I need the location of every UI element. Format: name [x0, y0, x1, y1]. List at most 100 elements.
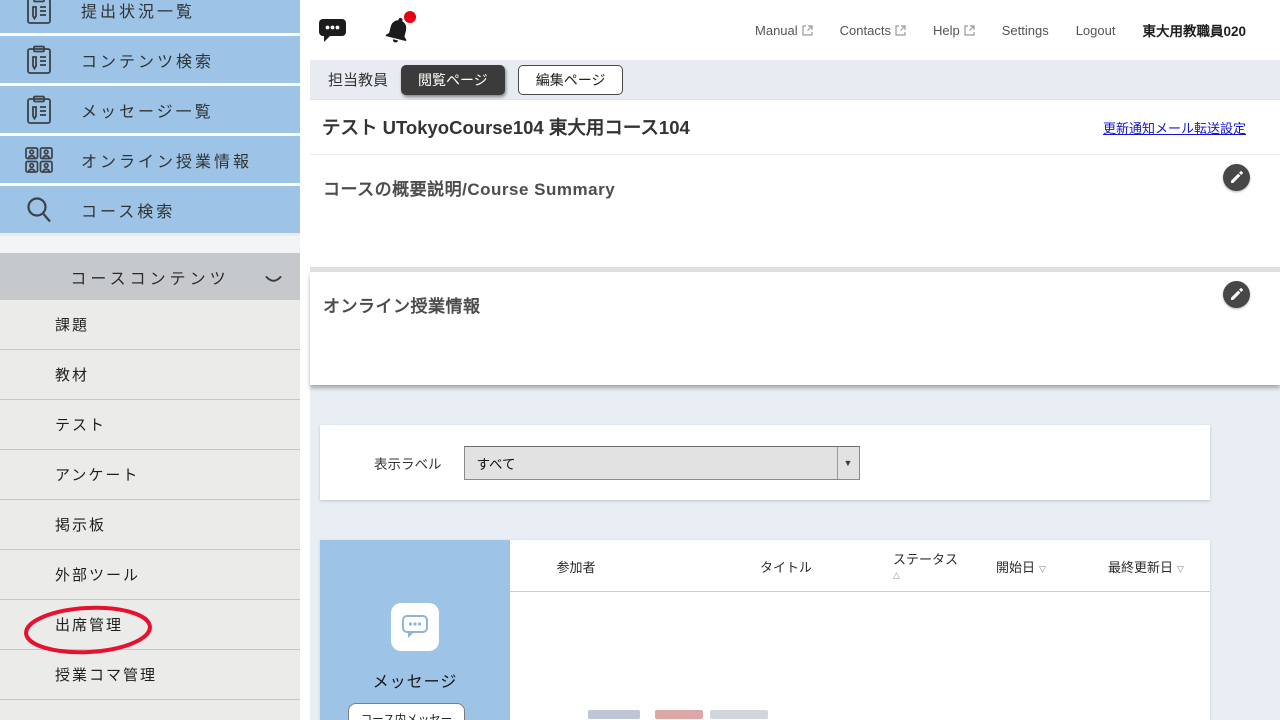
select-arrow-icon: ▼ — [837, 447, 859, 479]
sidebar-item-online-class-info[interactable]: オンライン授業情報 — [0, 136, 300, 183]
link-label: Logout — [1076, 23, 1116, 38]
sidebar-item-course-search[interactable]: コース検索 — [0, 186, 300, 233]
sidebar-content-gutter — [300, 0, 310, 720]
message-table-header: 参加者 タイトル ステータス △ 開始日 ▽ 最終更新日 ▽ — [510, 540, 1210, 592]
link-label: Contacts — [840, 23, 891, 38]
sidebar-item-tests[interactable]: テスト — [0, 400, 300, 450]
logout-link[interactable]: Logout — [1076, 23, 1116, 38]
sidebar-item-label: アンケート — [55, 464, 139, 485]
sidebar-item-label: メッセージ一覧 — [81, 98, 214, 122]
search-icon — [22, 195, 56, 225]
sidebar-item-label: 掲示板 — [55, 514, 106, 535]
group-header-label: コースコンテンツ — [70, 265, 229, 289]
display-label: 表示ラベル — [374, 453, 442, 473]
column-label: 最終更新日 — [1108, 560, 1173, 575]
sidebar-item-assignments[interactable]: 課題 — [0, 300, 300, 350]
edit-course-summary-button[interactable] — [1223, 164, 1250, 191]
sidebar-item-surveys[interactable]: アンケート — [0, 450, 300, 500]
sort-asc-icon: △ — [893, 570, 958, 581]
sidebar-item-label: オンライン授業情報 — [81, 148, 252, 172]
section-heading: オンライン授業情報 — [323, 292, 481, 317]
sidebar-item-label: コース検索 — [81, 198, 175, 222]
sidebar-item-label: コンテンツ検索 — [81, 48, 214, 72]
sidebar: 提出状況一覧 コンテンツ検索 メッセージ一覧 — [0, 0, 300, 720]
column-label: 開始日 — [996, 560, 1035, 575]
sidebar-spacer — [0, 236, 300, 253]
chat-icon[interactable] — [318, 17, 347, 43]
edit-online-class-info-button[interactable] — [1223, 281, 1250, 308]
link-label: Manual — [755, 23, 798, 38]
column-start-date-sortable[interactable]: 開始日 ▽ — [996, 557, 1046, 576]
role-label: 担当教員 — [328, 69, 388, 90]
sidebar-item-label: 外部ツール — [55, 564, 140, 585]
clipboard-icon — [22, 0, 56, 25]
help-link[interactable]: Help — [933, 23, 975, 38]
sidebar-item-label: 授業コマ管理 — [55, 664, 157, 685]
sidebar-item-label: テスト — [55, 414, 106, 435]
sidebar-content-list: 課題 教材 テスト アンケート 掲示板 外部ツール 出席管理 授業コマ管理 — [0, 300, 300, 700]
clipped-row-fragment — [655, 710, 703, 719]
message-table: 参加者 タイトル ステータス △ 開始日 ▽ 最終更新日 ▽ — [510, 540, 1210, 720]
clipped-row-fragment — [710, 710, 768, 719]
clipped-row-fragment — [588, 710, 640, 719]
chevron-down-icon — [265, 272, 282, 290]
section-heading: コースの概要説明/Course Summary — [323, 175, 615, 200]
main-area: Manual Contacts Help Settings Logout 東大用… — [310, 0, 1280, 720]
tab-bar: 担当教員 閲覧ページ 編集ページ — [310, 60, 1280, 100]
tab-view-page[interactable]: 閲覧ページ — [401, 65, 505, 95]
message-bubble-icon — [391, 603, 439, 651]
sort-desc-icon: ▽ — [1177, 564, 1184, 574]
sidebar-item-submission-status[interactable]: 提出状況一覧 — [0, 0, 300, 33]
column-status-sortable[interactable]: ステータス △ — [893, 549, 958, 581]
message-table-card: メッセージ コース内メッセー 参加者 タイトル ステータス △ 開始日 ▽ — [320, 540, 1210, 720]
content-background: 表示ラベル すべて ▼ メッセージ コース内メッセ — [310, 385, 1280, 720]
username: 東大用教職員020 — [1142, 20, 1246, 40]
update-notification-mail-link[interactable]: 更新通知メール転送設定 — [1103, 118, 1246, 137]
column-last-updated-sortable[interactable]: 最終更新日 ▽ — [1108, 557, 1184, 576]
external-link-icon — [964, 25, 975, 36]
sidebar-group-course-contents[interactable]: コースコンテンツ — [0, 253, 300, 300]
pencil-icon — [1230, 288, 1243, 301]
sidebar-item-label: 出席管理 — [55, 614, 123, 635]
sort-desc-icon: ▽ — [1039, 564, 1046, 574]
settings-link[interactable]: Settings — [1002, 23, 1049, 38]
sidebar-item-message-list[interactable]: メッセージ一覧 — [0, 86, 300, 133]
column-participants: 参加者 — [556, 557, 595, 576]
column-title: タイトル — [760, 557, 812, 576]
sidebar-item-attendance[interactable]: 出席管理 — [0, 600, 300, 650]
display-label-filter-card: 表示ラベル すべて ▼ — [320, 425, 1210, 500]
clipboard-icon — [22, 95, 56, 125]
sidebar-primary-list: 提出状況一覧 コンテンツ検索 メッセージ一覧 — [0, 0, 300, 233]
people-grid-icon — [22, 146, 56, 174]
course-message-button[interactable]: コース内メッセー — [348, 703, 465, 720]
page-title: テスト UTokyoCourse104 東大用コース104 — [322, 114, 690, 140]
course-summary-section: コースの概要説明/Course Summary — [310, 155, 1280, 267]
message-panel[interactable]: メッセージ コース内メッセー — [320, 540, 510, 720]
link-label: Settings — [1002, 23, 1049, 38]
sidebar-item-external-tools[interactable]: 外部ツール — [0, 550, 300, 600]
pencil-icon — [1230, 171, 1243, 184]
sidebar-item-class-slot-management[interactable]: 授業コマ管理 — [0, 650, 300, 700]
sidebar-item-materials[interactable]: 教材 — [0, 350, 300, 400]
title-row: テスト UTokyoCourse104 東大用コース104 更新通知メール転送設… — [310, 100, 1280, 155]
external-link-icon — [802, 25, 813, 36]
sidebar-item-label: 教材 — [55, 364, 89, 385]
topbar: Manual Contacts Help Settings Logout 東大用… — [310, 0, 1280, 60]
manual-link[interactable]: Manual — [755, 23, 813, 38]
display-label-select[interactable]: すべて ▼ — [464, 446, 860, 480]
message-panel-title: メッセージ — [320, 668, 510, 692]
column-label: ステータス — [893, 552, 958, 567]
sidebar-item-label: 課題 — [55, 314, 89, 335]
contacts-link[interactable]: Contacts — [840, 23, 906, 38]
top-navigation: Manual Contacts Help Settings Logout 東大用… — [755, 20, 1246, 40]
sidebar-item-label: 提出状況一覧 — [81, 0, 195, 22]
sidebar-item-content-search[interactable]: コンテンツ検索 — [0, 36, 300, 83]
sidebar-item-bulletin-board[interactable]: 掲示板 — [0, 500, 300, 550]
tab-edit-page[interactable]: 編集ページ — [518, 65, 624, 95]
notification-dot — [404, 11, 416, 23]
online-class-info-section: オンライン授業情報 — [310, 272, 1280, 385]
external-link-icon — [895, 25, 906, 36]
select-value: すべて — [465, 453, 516, 473]
link-label: Help — [933, 23, 960, 38]
bell-icon[interactable] — [383, 14, 413, 46]
